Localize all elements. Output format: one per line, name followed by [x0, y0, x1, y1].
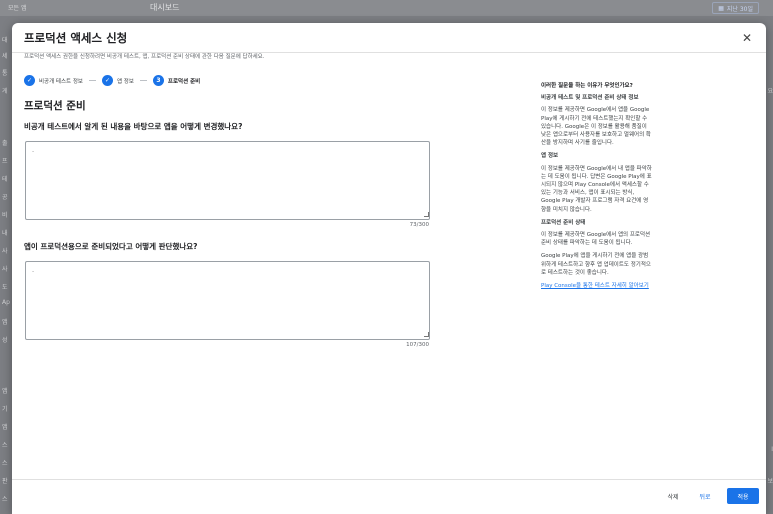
question2-textarea[interactable]: -: [25, 261, 430, 340]
info-text-recommendation: Google Play에 앱을 게시하기 전에 앱을 광범위하게 테스트하고 향…: [541, 253, 651, 276]
check-icon: ✓: [101, 75, 113, 86]
all-apps-label: 모든 앱: [8, 5, 27, 12]
stepper: ✓ 비공개 테스트 정보 ✓ 앱 정보 3 프로덕션 준비: [24, 75, 200, 86]
sidebar-fragment: 성: [2, 337, 8, 344]
step-divider: [139, 80, 147, 81]
step-app-info[interactable]: ✓ 앱 정보: [101, 75, 134, 86]
delete-button[interactable]: 삭제: [662, 488, 684, 504]
sidebar-fragment: 게: [2, 88, 8, 95]
question2-counter: 107/300: [406, 342, 429, 348]
sidebar-fragment: 도: [2, 284, 8, 291]
question1-textarea[interactable]: -: [25, 141, 430, 220]
resize-handle-icon[interactable]: [424, 332, 429, 337]
dialog-title: 프로덕션 액세스 신청: [24, 30, 128, 45]
info-panel: 이러한 질문을 하는 이유가 무엇인가요? 비공개 테스트 및 프로덕션 준비 …: [541, 82, 761, 290]
question1-label: 비공개 테스트에서 알게 된 내용을 바탕으로 앱을 어떻게 변경했나요?: [24, 122, 243, 131]
sidebar-fragment: 기: [2, 406, 8, 413]
question1-counter: 73/300: [409, 222, 429, 228]
info-question: 이러한 질문을 하는 이유가 무엇인가요?: [541, 83, 633, 89]
sidebar-fragment: 앱: [2, 319, 8, 326]
sidebar-fragment: 사: [2, 248, 8, 255]
close-icon[interactable]: ✕: [740, 31, 754, 45]
resize-handle-icon[interactable]: [424, 212, 429, 217]
apply-button[interactable]: 적용: [727, 488, 759, 504]
dialog-intro: 프로덕션 액세스 권한을 신청하려면 비공개 테스트, 앱, 프로덕션 준비 상…: [24, 54, 265, 60]
info-heading-app: 앱 정보: [541, 153, 559, 160]
step-number: 3: [152, 75, 164, 86]
info-heading-testing: 비공개 테스트 및 프로덕션 준비 상태 정보: [541, 95, 639, 102]
sidebar-fragment: 프: [2, 158, 8, 165]
background-top-bar: 모든 앱 대시보드 ▦ 지난 30일: [0, 0, 773, 16]
background-sidebar: 대 세 통 게 출 프 테 공 비 내 사 사 도 Ap 앱 성 앱 기 앱 스 스 판 스: [0, 16, 12, 514]
step-closed-testing[interactable]: ✓ 비공개 테스트 정보: [24, 75, 83, 86]
sidebar-fragment: 스: [2, 496, 8, 503]
sidebar-fragment: 앱: [2, 388, 8, 395]
dialog-footer: 삭제 뒤로 적용: [12, 479, 766, 514]
info-heading-readiness: 프로덕션 준비 상태: [541, 219, 586, 226]
right-fragment: 보: [767, 478, 773, 485]
back-button[interactable]: 뒤로: [694, 488, 716, 504]
sidebar-fragment: Ap: [2, 299, 10, 306]
info-text-readiness: 이 정보를 제공하면 Google에서 앱의 프로덕션 준비 상태를 파악하는 …: [541, 232, 651, 247]
sidebar-fragment: 앱: [2, 424, 8, 431]
sidebar-fragment: 판: [2, 478, 8, 485]
right-fragment: 요: [767, 88, 773, 95]
sidebar-fragment: 내: [2, 230, 8, 237]
sidebar-fragment: 테: [2, 176, 8, 183]
sidebar-fragment: 사: [2, 266, 8, 273]
background-right-edge: 요I보: [765, 16, 773, 514]
sidebar-fragment: 세: [2, 53, 8, 60]
sidebar-fragment: 스: [2, 442, 8, 449]
production-access-dialog: 프로덕션 액세스 신청 ✕ 프로덕션 액세스 권한을 신청하려면 비공개 테스트…: [12, 23, 766, 514]
sidebar-fragment: 공: [2, 194, 8, 201]
learn-more-link[interactable]: Play Console을 통한 테스트 자세히 알아보기: [541, 283, 649, 289]
sidebar-fragment: 스: [2, 460, 8, 467]
section-title: 프로덕션 준비: [24, 100, 86, 112]
dialog-header: 프로덕션 액세스 신청: [12, 23, 766, 53]
step-production-readiness[interactable]: 3 프로덕션 준비: [152, 75, 200, 86]
step-divider: [88, 80, 96, 81]
sidebar-fragment: 통: [2, 70, 8, 77]
background-page-title: 대시보드: [150, 3, 180, 12]
sidebar-fragment: 비: [2, 212, 8, 219]
calendar-icon: ▦: [718, 4, 724, 12]
info-text-testing: 이 정보를 제공하면 Google에서 앱을 Google Play에 게시하기…: [541, 107, 651, 147]
date-range-button: ▦ 지난 30일: [712, 2, 759, 14]
info-text-app: 이 정보를 제공하면 Google에서 내 앱을 파악하는 데 도움이 됩니다.…: [541, 165, 652, 213]
check-icon: ✓: [24, 75, 35, 86]
sidebar-fragment: 출: [2, 140, 8, 147]
sidebar-fragment: 대: [2, 37, 8, 44]
question2-label: 앱이 프로덕션용으로 준비되었다고 어떻게 판단했나요?: [24, 242, 198, 251]
